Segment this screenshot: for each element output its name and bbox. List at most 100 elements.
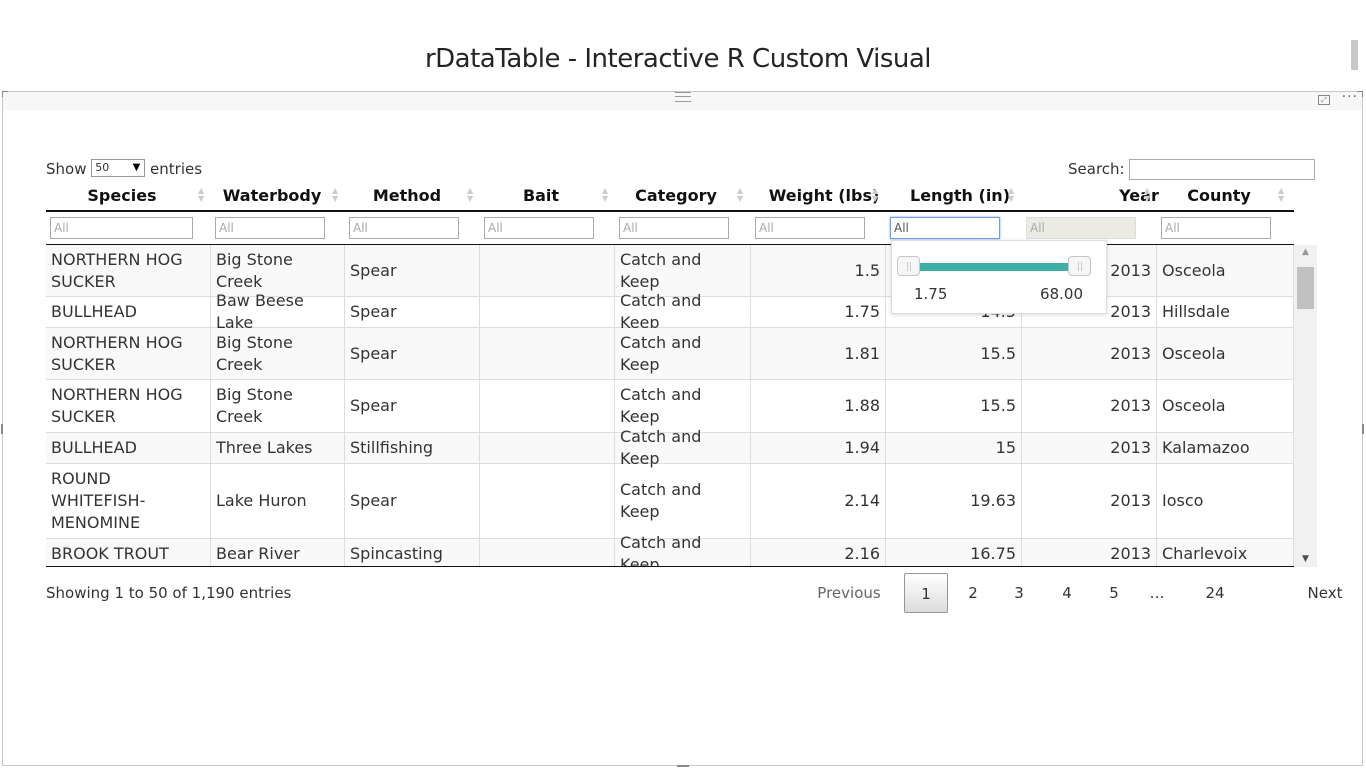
cell-text: 2013 [1110, 438, 1151, 457]
pagination-page-3[interactable]: 3 [1005, 572, 1033, 614]
table-cell: Catch and Keep [615, 533, 751, 566]
column-filter-input-4[interactable]: All [619, 217, 729, 239]
column-filter-input-6[interactable]: All [890, 217, 1000, 239]
table-row[interactable]: NORTHERN HOG SUCKER Big Stone Creek Spear C… [46, 328, 1294, 380]
pagination-page-4[interactable]: 4 [1053, 572, 1081, 614]
table-cell: 15 [886, 433, 1022, 463]
range-slider-max-handle[interactable] [1068, 256, 1091, 276]
cell-text: 2.16 [844, 544, 880, 563]
pagination-next[interactable]: Next [1302, 572, 1348, 614]
scroll-down-icon[interactable]: ▼ [1294, 554, 1317, 564]
table-cell: Lake Huron [211, 464, 345, 538]
table-cell [480, 464, 615, 538]
table-cell: Catch and Keep [615, 464, 751, 538]
sort-icon[interactable]: ▲ ▼ [737, 187, 743, 203]
cell-text: Catch and Keep [620, 480, 702, 521]
table-cell: Catch and Keep [615, 291, 751, 332]
column-header-8[interactable]: County [1139, 186, 1299, 210]
table-cell: 2.14 [751, 464, 886, 538]
focus-mode-icon[interactable]: ⤢ [1318, 95, 1330, 105]
cell-text: 2013 [1110, 343, 1151, 363]
column-header-0[interactable]: Species [42, 186, 202, 210]
table-cell: Big Stone Creek [211, 328, 345, 379]
page-length-value: 50 [95, 160, 110, 174]
cell-text: NORTHERN HOG SUCKER [51, 332, 183, 374]
cell-text: BULLHEAD [51, 438, 137, 457]
cell-text: Osceola [1162, 396, 1226, 415]
drag-handle-icon[interactable] [675, 92, 691, 102]
table-cell [480, 380, 615, 432]
page-length-select[interactable]: 50 ▼ [91, 158, 146, 177]
table-cell: Spear [345, 245, 480, 296]
column-filter-input-8[interactable]: All [1161, 217, 1271, 239]
sort-icon[interactable]: ▲ ▼ [872, 187, 878, 203]
cell-text: 2.14 [844, 491, 880, 510]
table-cell: Big Stone Creek [211, 380, 345, 432]
table-row[interactable]: BROOK TROUT Bear River Spincasting Catch an… [46, 533, 1294, 566]
cell-text: BROOK TROUT [51, 544, 169, 563]
range-slider-min-handle[interactable] [897, 256, 920, 276]
table-cell: Spear [345, 380, 480, 432]
cell-text: Hillsdale [1162, 302, 1230, 321]
pagination-previous[interactable]: Previous [806, 572, 892, 614]
table-cell: 1.75 [751, 297, 886, 327]
table-cell: NORTHERN HOG SUCKER [46, 245, 211, 296]
table-cell [480, 297, 615, 327]
table-cell: Catch and Keep [615, 427, 751, 468]
table-cell: 2013 [1022, 539, 1157, 566]
resize-handle-right[interactable] [1362, 424, 1364, 434]
resize-handle-left[interactable] [1, 424, 3, 434]
cell-text: 1.5 [854, 260, 880, 280]
scroll-thumb[interactable] [1297, 267, 1314, 309]
page-scrollbar[interactable] [1351, 40, 1358, 70]
cell-text: Spear [350, 343, 397, 363]
range-slider-track[interactable] [908, 263, 1078, 271]
table-scrollbar[interactable]: ▲ ▼ [1294, 245, 1317, 567]
cell-text: Catch and Keep [620, 332, 702, 374]
column-header-4[interactable]: Category [596, 186, 756, 210]
pagination-page-2[interactable]: 2 [959, 572, 987, 614]
pagination-page-24[interactable]: 24 [1198, 572, 1232, 614]
cell-text: 1.81 [844, 343, 880, 363]
resize-handle-bottom[interactable] [677, 765, 689, 767]
table-cell [480, 245, 615, 296]
scroll-up-icon[interactable]: ▲ [1294, 247, 1317, 257]
sort-icon[interactable]: ▲ ▼ [1008, 187, 1014, 203]
chevron-down-icon: ▼ [132, 161, 141, 173]
cell-text: BULLHEAD [51, 302, 137, 321]
cell-text: Big Stone Creek [216, 332, 293, 374]
cell-text: 15.5 [980, 343, 1016, 363]
cell-text: Bear River [216, 544, 300, 563]
table-cell: Kalamazoo [1157, 433, 1294, 463]
cell-text: Osceola [1162, 260, 1226, 280]
table-row[interactable]: BULLHEAD Three Lakes Stillfishing Catch and… [46, 427, 1294, 468]
sort-icon[interactable]: ▲ ▼ [1278, 187, 1284, 203]
column-filter-input-2[interactable]: All [349, 217, 459, 239]
column-filter-input-3[interactable]: All [484, 217, 594, 239]
more-options-icon[interactable]: ··· [1342, 89, 1358, 105]
table-cell: Bear River [211, 539, 345, 566]
table-row[interactable]: ROUND WHITEFISH-MENOMINE Lake Huron Spear C… [46, 464, 1294, 539]
range-min-value: 1.75 [914, 285, 948, 303]
table-cell: 2013 [1022, 433, 1157, 463]
cell-text: NORTHERN HOG SUCKER [51, 249, 183, 291]
table-cell: 1.88 [751, 380, 886, 432]
cell-text: 2013 [1110, 544, 1151, 563]
table-cell [480, 539, 615, 566]
column-filter-input-5[interactable]: All [755, 217, 865, 239]
table-cell: Baw Beese Lake [211, 291, 345, 332]
show-label: Show [46, 160, 87, 178]
cell-text: Big Stone Creek [216, 249, 293, 291]
cell-text: 2013 [1110, 260, 1151, 280]
column-header-6[interactable]: Length (in) [880, 186, 1040, 210]
column-filter-input-0[interactable]: All [50, 217, 193, 239]
column-filter-input-1[interactable]: All [215, 217, 325, 239]
pagination-page-1[interactable]: 1 [904, 573, 948, 613]
pagination-page-5[interactable]: 5 [1100, 572, 1128, 614]
table-cell: BULLHEAD [46, 433, 211, 463]
table-cell: 19.63 [886, 464, 1022, 538]
cell-text: Spear [350, 302, 397, 321]
search-input[interactable] [1129, 159, 1315, 180]
table-cell: Three Lakes [211, 433, 345, 463]
cell-text: Catch and Keep [620, 385, 702, 426]
